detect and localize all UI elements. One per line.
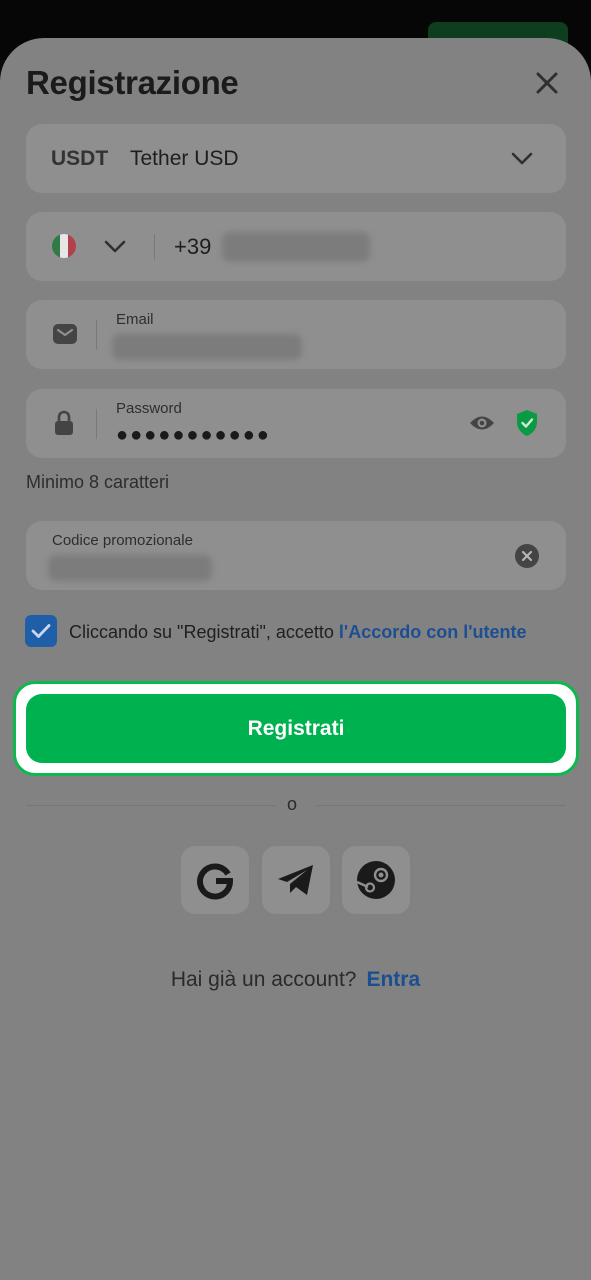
italy-flag-icon: [52, 234, 76, 258]
phone-number-blurred: [222, 232, 370, 262]
phone-prefix: +39: [174, 234, 212, 259]
country-chevron-icon[interactable]: [103, 234, 127, 258]
password-label: Password: [116, 400, 182, 417]
register-button[interactable]: Registrati: [26, 694, 566, 763]
divider-right: [316, 805, 566, 806]
telegram-login-button[interactable]: [262, 846, 330, 914]
promo-label: Codice promozionale: [52, 532, 193, 549]
show-password-icon[interactable]: [468, 411, 496, 435]
lock-icon: [52, 409, 76, 437]
password-field[interactable]: Password ●●●●●●●●●●●: [26, 389, 566, 458]
password-value: ●●●●●●●●●●●: [116, 424, 271, 446]
login-link[interactable]: Entra: [366, 968, 420, 991]
google-login-button[interactable]: [181, 846, 249, 914]
email-field[interactable]: Email: [26, 300, 566, 369]
promo-code-field[interactable]: Codice promozionale: [26, 521, 566, 590]
close-icon: [536, 72, 558, 94]
checkmark-icon: [31, 624, 51, 638]
divider-left: [26, 805, 276, 806]
chevron-down-icon: [510, 146, 534, 170]
password-hint: Minimo 8 caratteri: [26, 472, 170, 492]
agreement-checkbox[interactable]: [25, 615, 57, 647]
mail-icon: [51, 322, 79, 346]
close-button[interactable]: [530, 66, 564, 100]
promo-value-blurred: [48, 555, 212, 581]
login-question: Hai già un account?: [170, 968, 357, 991]
page-title: Registrazione: [26, 64, 239, 101]
login-prompt: Hai già un account? Entra: [0, 968, 591, 992]
email-label: Email: [116, 311, 154, 328]
google-icon: [197, 863, 234, 900]
currency-name: Tether USD: [130, 147, 239, 170]
divider: [154, 234, 155, 260]
or-label: o: [287, 794, 298, 814]
agreement-prefix: Cliccando su "Registrati", accetto: [69, 622, 339, 642]
divider: [96, 320, 97, 350]
telegram-icon: [278, 865, 313, 895]
email-value-blurred: [112, 334, 302, 360]
steam-icon: [356, 861, 395, 899]
agreement-text: Cliccando su "Registrati", accetto l'Acc…: [69, 619, 529, 645]
shield-check-icon: [514, 408, 540, 438]
clear-icon[interactable]: [514, 543, 540, 569]
steam-login-button[interactable]: [342, 846, 410, 914]
divider: [96, 409, 97, 439]
currency-code: USDT: [51, 147, 109, 170]
phone-field[interactable]: +39: [26, 212, 566, 281]
user-agreement-link[interactable]: l'Accordo con l'utente: [339, 622, 527, 642]
currency-select[interactable]: USDT Tether USD: [26, 124, 566, 193]
